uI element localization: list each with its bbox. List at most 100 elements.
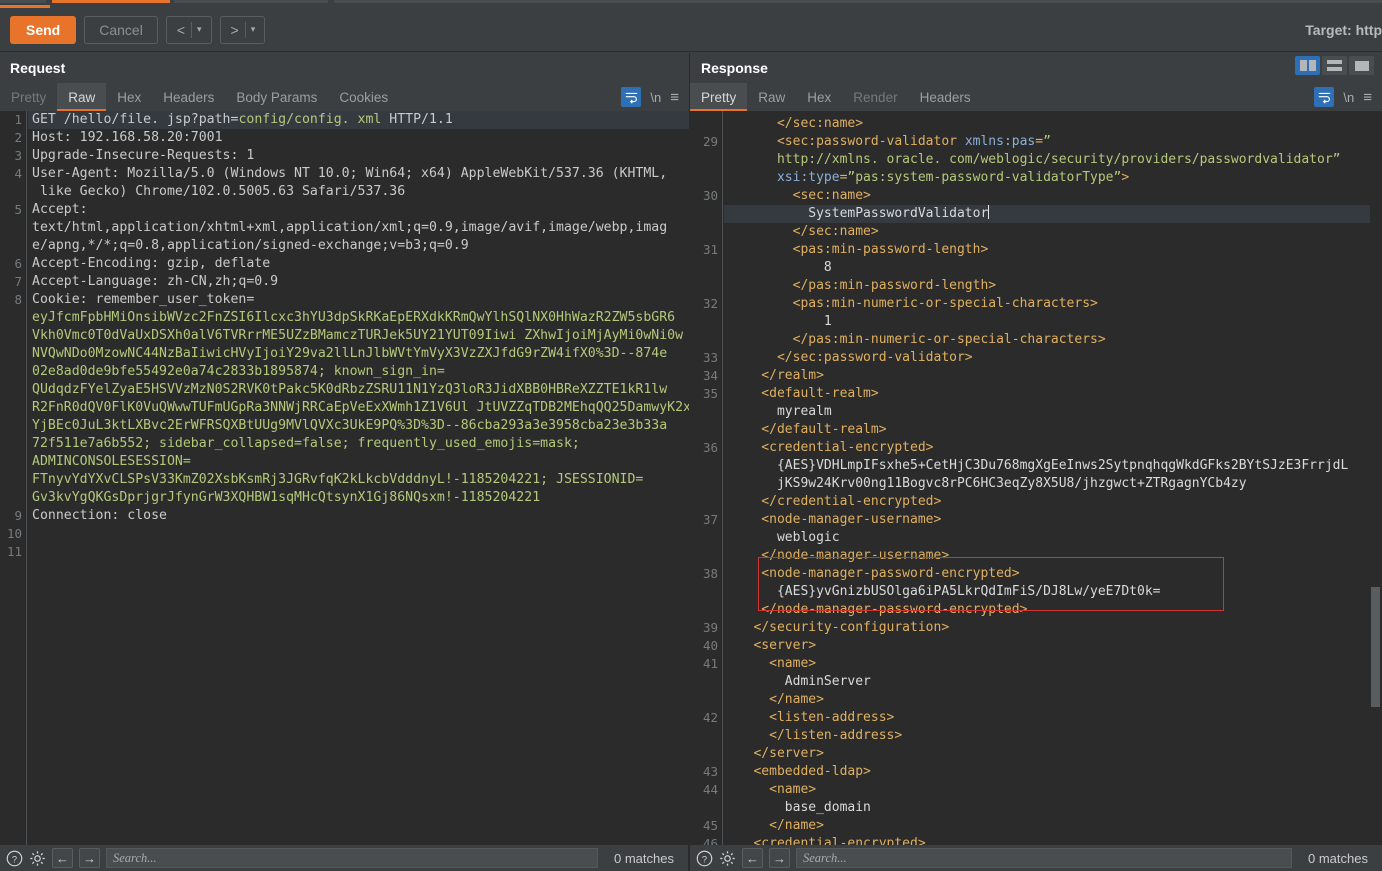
response-line: <listen-address> bbox=[730, 710, 895, 725]
tab-segment[interactable] bbox=[0, 0, 46, 3]
gear-icon[interactable] bbox=[29, 850, 46, 867]
split-horizontal-view-button[interactable] bbox=[1322, 56, 1347, 75]
request-line: Connection: close bbox=[32, 508, 167, 523]
response-line-highlighted: SystemPasswordValidator bbox=[730, 205, 990, 221]
request-line: Gv3kvYgQKGsDprjgrJfynGrW3XQHBW1sqMHcQtsy… bbox=[32, 490, 541, 505]
line-number: 30 bbox=[702, 188, 718, 203]
line-number: 32 bbox=[702, 296, 718, 311]
gear-icon[interactable] bbox=[719, 850, 736, 867]
search-forward-button[interactable]: → bbox=[79, 848, 100, 868]
next-arrow-icon: > bbox=[230, 21, 239, 38]
chevron-down-icon[interactable]: ▾ bbox=[246, 24, 261, 35]
response-line: <node-manager-password-encrypted> bbox=[730, 566, 1020, 581]
newline-toggle-icon[interactable]: \n bbox=[1343, 90, 1354, 105]
line-number: 43 bbox=[702, 764, 718, 779]
tab-response-render[interactable]: Render bbox=[842, 83, 908, 111]
line-number: 7 bbox=[14, 274, 22, 289]
top-tab-strip bbox=[0, 0, 1382, 8]
line-number: 42 bbox=[702, 710, 718, 725]
line-number: 40 bbox=[702, 638, 718, 653]
menu-icon[interactable]: ≡ bbox=[670, 89, 679, 106]
search-forward-button[interactable]: → bbox=[769, 848, 790, 868]
line-wrap-icon[interactable] bbox=[1314, 87, 1335, 107]
tab-response-raw[interactable]: Raw bbox=[747, 83, 796, 111]
request-line: Host: 192.168.58.20:7001 bbox=[32, 130, 223, 145]
line-number: 41 bbox=[702, 656, 718, 671]
request-match-count: 0 matches bbox=[614, 850, 674, 866]
response-line: <node-manager-username> bbox=[730, 512, 942, 527]
tab-response-hex[interactable]: Hex bbox=[796, 83, 842, 111]
response-line: </node-manager-username> bbox=[730, 548, 950, 563]
prev-arrow-icon: < bbox=[176, 21, 186, 38]
search-back-button[interactable]: ← bbox=[52, 848, 73, 868]
request-search-input[interactable]: Search... bbox=[106, 848, 599, 868]
response-tabs: Pretty Raw Hex Render Headers \n ≡ bbox=[690, 83, 1382, 111]
tab-segment[interactable] bbox=[174, 0, 328, 3]
response-scrollbar[interactable] bbox=[1370, 169, 1381, 819]
tab-request-headers[interactable]: Headers bbox=[152, 83, 225, 111]
cancel-button[interactable]: Cancel bbox=[84, 15, 158, 44]
line-number: 31 bbox=[702, 242, 718, 257]
tab-response-headers[interactable]: Headers bbox=[909, 83, 982, 111]
response-editor[interactable]: 29 30 31 32 33 34 35 36 37 38 39 40 41 4… bbox=[690, 111, 1382, 845]
previous-request-button[interactable]: < ▾ bbox=[165, 15, 212, 44]
next-request-button[interactable]: > ▾ bbox=[219, 15, 266, 44]
response-line: base_domain bbox=[730, 800, 871, 815]
tab-response-pretty[interactable]: Pretty bbox=[690, 83, 748, 111]
send-button[interactable]: Send bbox=[10, 15, 77, 44]
response-line: 8 bbox=[730, 260, 832, 275]
response-line: </credential-encrypted> bbox=[730, 494, 942, 509]
split-vertical-view-button[interactable] bbox=[1295, 56, 1320, 75]
help-icon[interactable]: ? bbox=[6, 850, 23, 867]
response-tab-actions: \n ≡ bbox=[1314, 83, 1382, 111]
response-line: </pas:min-numeric-or-special-characters> bbox=[730, 332, 1106, 347]
line-number: 5 bbox=[14, 202, 22, 217]
request-statusbar: ? ← → Search... 0 matches bbox=[0, 845, 689, 871]
response-line: </name> bbox=[730, 818, 824, 833]
request-line: R2FnR0dQV0FlK0VuQWwwTUFmUGpRa3NNWjRRCaEp… bbox=[32, 400, 689, 415]
response-line: {AES}yvGnizbUSOlga6iPA5LkrQdImFiS/DJ8Lw/… bbox=[730, 584, 1161, 599]
chevron-down-icon[interactable]: ▾ bbox=[192, 24, 207, 35]
layout-view-toggle bbox=[1295, 56, 1374, 75]
tab-segment-active[interactable] bbox=[52, 0, 170, 3]
response-line: <server> bbox=[730, 638, 817, 653]
response-line: <embedded-ldap> bbox=[730, 764, 871, 779]
response-match-count: 0 matches bbox=[1308, 850, 1368, 866]
request-line: Accept-Encoding: gzip, deflate bbox=[32, 256, 271, 271]
response-line: <sec:password-validator xmlns:pas=” bbox=[730, 134, 1051, 149]
tab-segment[interactable] bbox=[334, 0, 1382, 3]
split-horizontal-icon bbox=[1327, 60, 1342, 71]
line-number: 44 bbox=[702, 782, 718, 797]
menu-icon[interactable]: ≡ bbox=[1363, 89, 1372, 106]
request-line: Cookie: remember_user_token= bbox=[32, 292, 255, 307]
request-pane: Request Pretty Raw Hex Headers Body Para… bbox=[0, 53, 689, 871]
request-line: User-Agent: Mozilla/5.0 (Windows NT 10.0… bbox=[32, 166, 668, 181]
response-line: weblogic bbox=[730, 530, 840, 545]
tab-request-raw[interactable]: Raw bbox=[57, 83, 107, 111]
request-line: ADMINCONSOLESESSION= bbox=[32, 454, 191, 469]
help-icon[interactable]: ? bbox=[696, 850, 713, 867]
split-vertical-icon bbox=[1299, 60, 1316, 71]
tab-request-hex[interactable]: Hex bbox=[106, 83, 152, 111]
tab-request-cookies[interactable]: Cookies bbox=[328, 83, 399, 111]
response-search-input[interactable]: Search... bbox=[796, 848, 1293, 868]
scrollbar-thumb[interactable] bbox=[1371, 587, 1380, 707]
response-pane: Response Pretty Raw Hex Render Headers \… bbox=[689, 53, 1382, 871]
tab-request-pretty[interactable]: Pretty bbox=[0, 83, 57, 111]
response-code[interactable]: </sec:name> <sec:password-validator xmln… bbox=[724, 111, 1370, 845]
search-back-button[interactable]: ← bbox=[742, 848, 763, 868]
response-line: <credential-encrypted> bbox=[730, 440, 934, 455]
newline-toggle-icon[interactable]: \n bbox=[650, 90, 661, 105]
line-number: 45 bbox=[702, 818, 718, 833]
request-pane-title: Request bbox=[10, 60, 66, 76]
request-line: Accept-Language: zh-CN,zh;q=0.9 bbox=[32, 274, 279, 289]
tab-request-body-params[interactable]: Body Params bbox=[225, 83, 328, 111]
line-wrap-icon[interactable] bbox=[621, 87, 642, 107]
response-line: <name> bbox=[730, 782, 817, 797]
request-line: eyJfcmFpbHMiOnsibWVzc2FnZSI6Ilcxc3hYU3dp… bbox=[32, 310, 676, 325]
request-code[interactable]: GET /hello/file. jsp?path=config/config.… bbox=[28, 111, 689, 845]
single-pane-view-button[interactable] bbox=[1349, 56, 1374, 75]
response-line: </security-configuration> bbox=[730, 620, 950, 635]
response-line: <pas:min-password-length> bbox=[730, 242, 989, 257]
request-editor[interactable]: 1 2 3 4 5 6 7 8 9 10 11 GET /hello/file.… bbox=[0, 111, 689, 845]
